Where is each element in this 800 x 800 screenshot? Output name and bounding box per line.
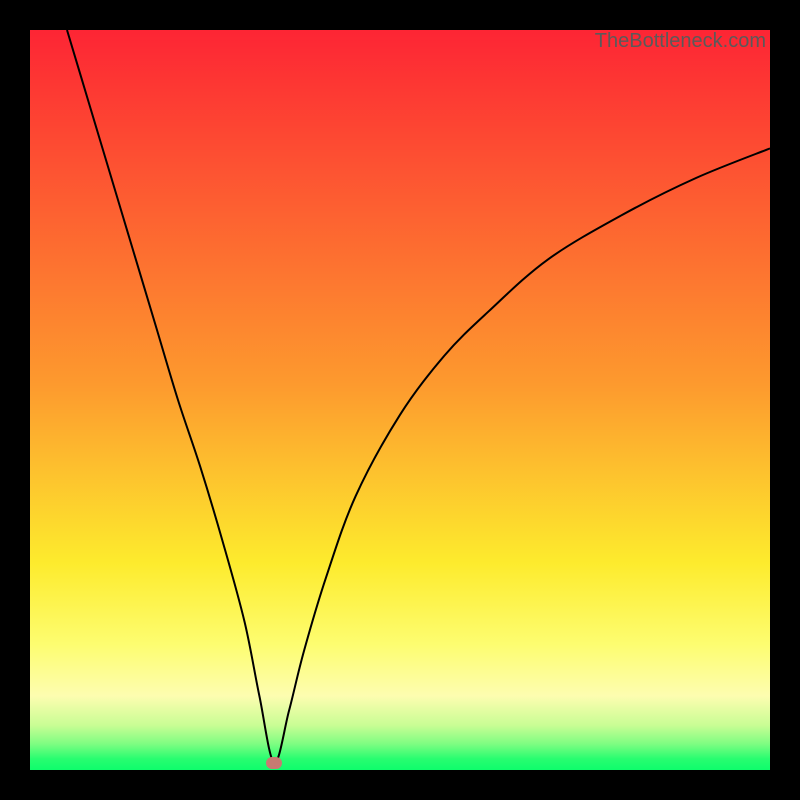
frame-border-left bbox=[0, 0, 30, 800]
frame-border-right bbox=[770, 0, 800, 800]
frame-border-bottom bbox=[0, 770, 800, 800]
bottleneck-curve bbox=[30, 30, 770, 770]
plot-area bbox=[30, 30, 770, 770]
watermark-text: TheBottleneck.com bbox=[595, 30, 766, 53]
frame-border-top bbox=[0, 0, 800, 30]
chart-frame: TheBottleneck.com bbox=[0, 0, 800, 800]
minimum-marker bbox=[266, 757, 282, 769]
